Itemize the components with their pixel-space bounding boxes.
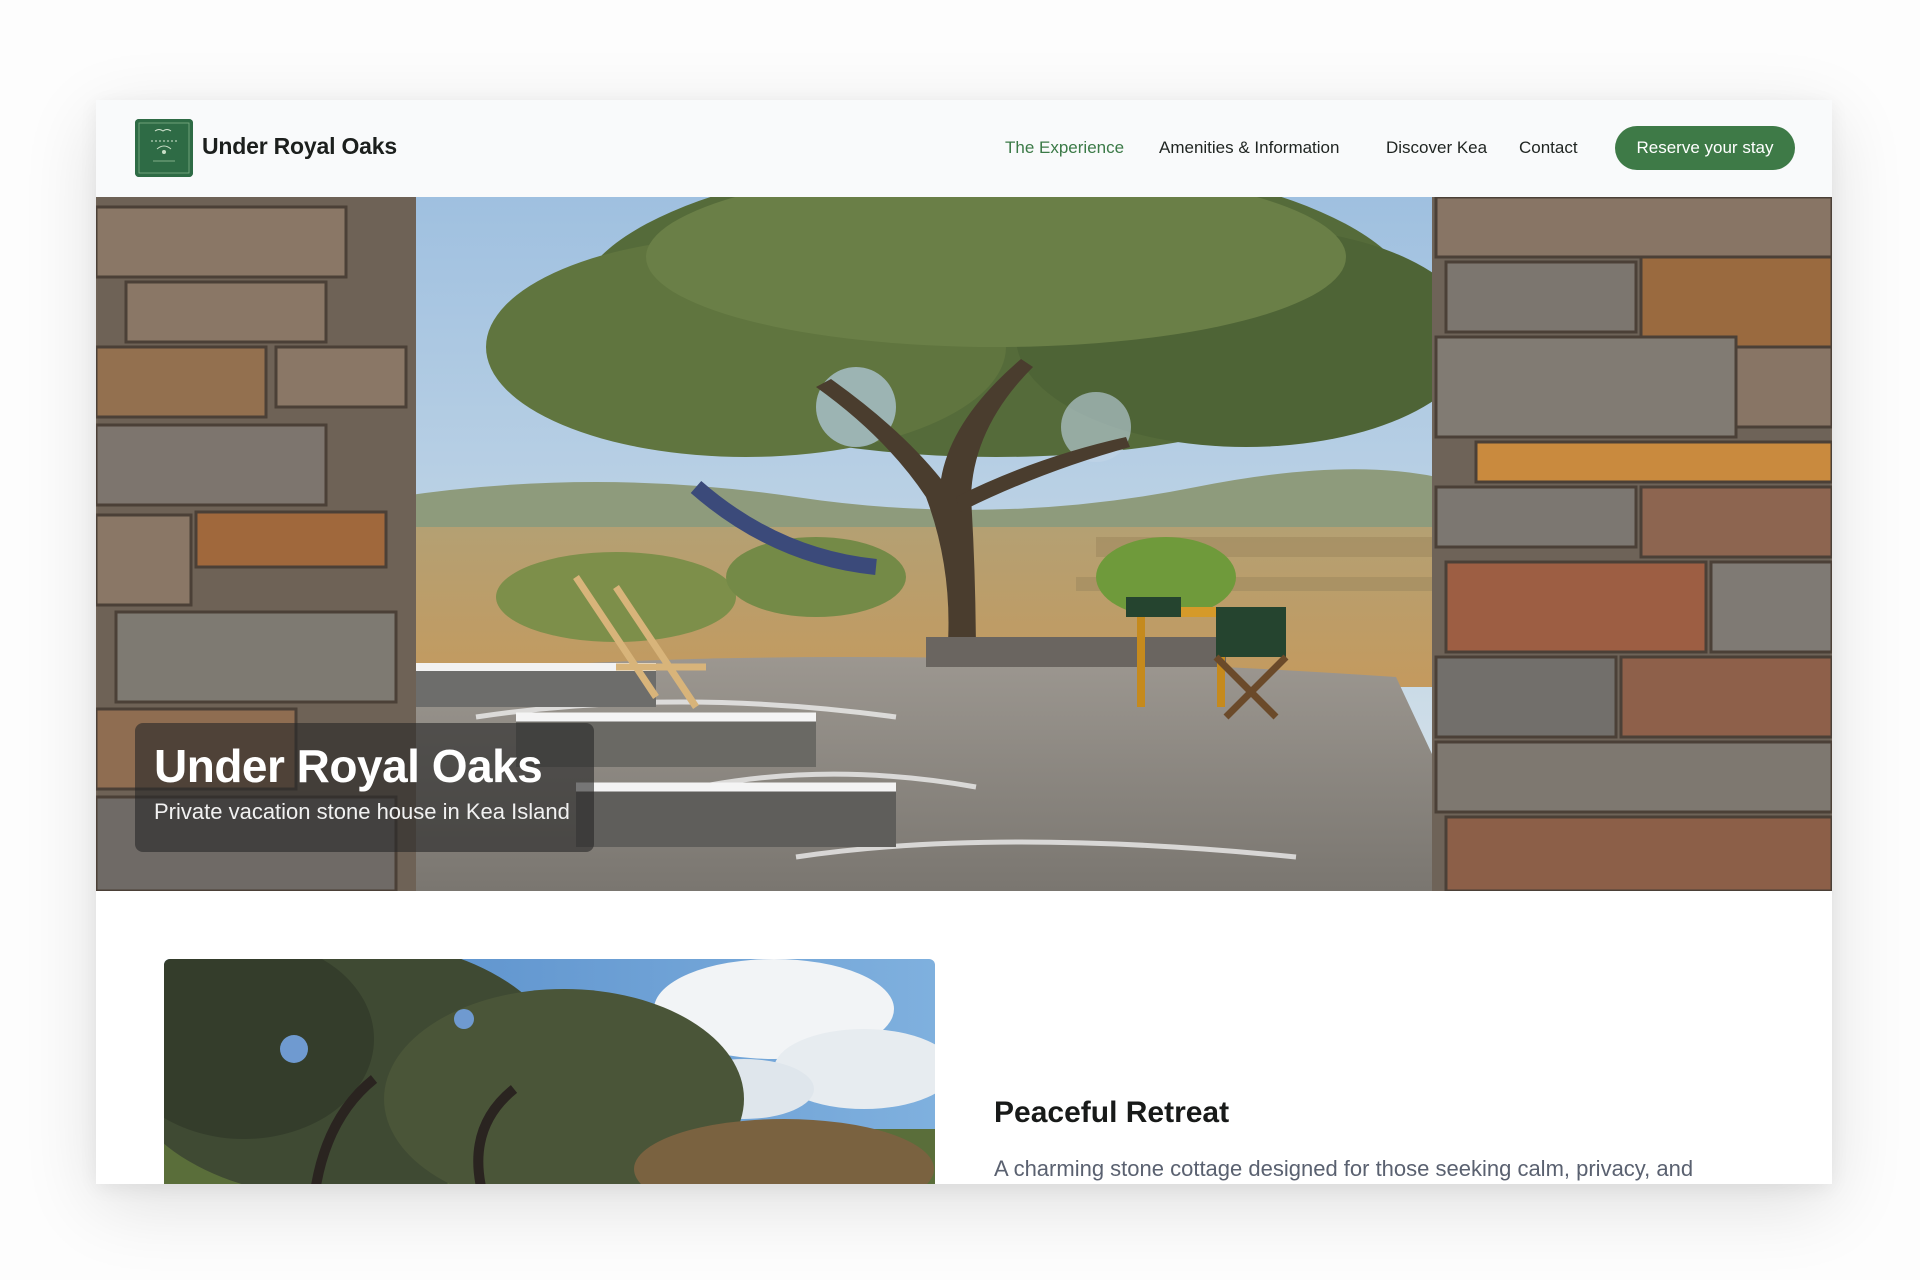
site-header: Under Royal Oaks The Experience Amenitie… — [96, 100, 1832, 197]
brand-name[interactable]: Under Royal Oaks — [202, 133, 397, 160]
nav-the-experience[interactable]: The Experience — [1005, 138, 1124, 162]
nav-discover-kea[interactable]: Discover Kea — [1386, 138, 1487, 162]
browser-page: Under Royal Oaks The Experience Amenitie… — [96, 100, 1832, 1184]
hero-subtitle: Private vacation stone house in Kea Isla… — [154, 799, 570, 824]
hero-title: Under Royal Oaks — [154, 740, 543, 792]
oak-trees-image — [164, 959, 935, 1184]
oak-leaf-logo-icon — [135, 119, 193, 177]
peaceful-retreat-heading: Peaceful Retreat — [994, 1096, 1230, 1129]
nav-contact[interactable]: Contact — [1519, 138, 1578, 162]
reserve-stay-button[interactable]: Reserve your stay — [1615, 126, 1795, 170]
hero-banner: Under Royal Oaks Private vacation stone … — [96, 197, 1832, 891]
logo[interactable] — [135, 119, 193, 177]
nav-amenities-information[interactable]: Amenities & Information — [1159, 138, 1339, 162]
hero-caption-box: Under Royal Oaks Private vacation stone … — [135, 723, 594, 852]
oak-trees-photo — [164, 959, 935, 1184]
peaceful-retreat-text: A charming stone cottage designed for th… — [994, 1156, 1694, 1181]
